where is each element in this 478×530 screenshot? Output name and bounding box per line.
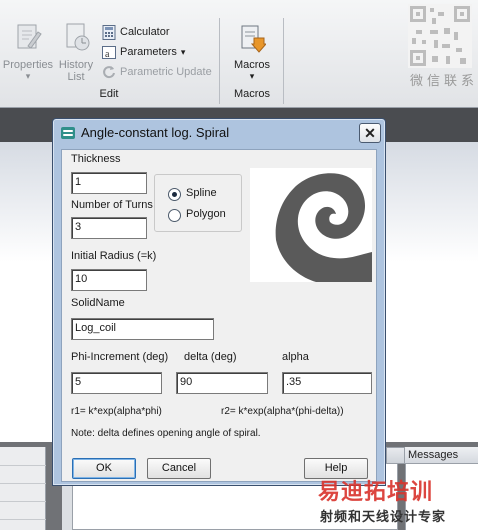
qr-code-image [408, 4, 472, 68]
calculator-icon [102, 24, 116, 40]
parametric-update-label: Parametric Update [120, 66, 212, 78]
history-list-button[interactable]: History List [56, 22, 96, 86]
macros-arrow: ▾ [249, 71, 255, 81]
parametric-update-button[interactable]: Parametric Update [102, 62, 218, 82]
navigation-tree-panel [0, 447, 46, 530]
history-icon [66, 23, 90, 51]
polygon-radio[interactable] [168, 209, 181, 222]
spline-label[interactable]: Spline [186, 187, 217, 199]
panel-tab[interactable] [386, 447, 405, 464]
properties-button[interactable]: Properties ▾ [2, 22, 54, 86]
phi-input[interactable]: 5 [71, 372, 162, 394]
delta-input[interactable]: 90 [176, 372, 268, 394]
dialog-title: Angle-constant log. Spiral [81, 125, 230, 140]
history-label-line2: List [67, 71, 85, 83]
thickness-input[interactable]: 1 [71, 172, 147, 194]
formula-r2: r2= k*exp(alpha*(phi-delta)) [221, 406, 344, 417]
refresh-icon [103, 66, 115, 79]
turns-input[interactable]: 3 [71, 217, 147, 239]
formula-r1: r1= k*exp(alpha*phi) [71, 406, 162, 417]
close-button[interactable]: ✕ [359, 123, 381, 143]
thickness-label: Thickness [71, 153, 121, 165]
parameters-arrow-icon: ▾ [180, 46, 186, 57]
macros-button[interactable]: Macros ▾ [226, 24, 278, 86]
ribbon-separator-2 [283, 18, 284, 104]
watermark-subtitle: 射频和天线设计专家 [320, 509, 447, 524]
parameters-icon: a [102, 45, 116, 60]
properties-arrow: ▾ [25, 71, 31, 81]
radius-label: Initial Radius (=k) [71, 250, 157, 262]
messages-panel-title: Messages [405, 447, 478, 464]
mode-radio-group: Spline Polygon [154, 174, 242, 232]
qr-caption: 微信联系 [410, 73, 478, 88]
radius-input[interactable]: 10 [71, 269, 147, 291]
ok-button[interactable]: OK [72, 458, 136, 479]
spiral-dialog: Angle-constant log. Spiral ✕ Thickness 1… [52, 118, 386, 486]
edit-small-commands: Calculator a Parameters ▾ Parametric Upd… [102, 22, 218, 82]
calculator-button[interactable]: Calculator [102, 22, 218, 42]
cancel-button[interactable]: Cancel [147, 458, 211, 479]
phi-label: Phi-Increment (deg) [71, 351, 169, 363]
parameters-button[interactable]: a Parameters ▾ [102, 42, 218, 62]
turns-label: Number of Turns [71, 199, 153, 211]
wave-icon [61, 127, 75, 139]
svg-text:a: a [105, 49, 110, 60]
ribbon: Properties ▾ History List Calculator a P… [0, 0, 478, 108]
properties-icon [17, 24, 42, 49]
note-text: Note: delta defines opening angle of spi… [71, 428, 261, 439]
solidname-input[interactable]: Log_coil [71, 318, 214, 340]
watermark-title: 易迪拓培训 [318, 479, 434, 504]
parameters-label: Parameters [120, 46, 177, 58]
delta-label: delta (deg) [184, 351, 237, 363]
history-label-line1: History [58, 59, 94, 71]
dialog-body: Thickness 1 Number of Turns 3 Spline Pol… [61, 149, 377, 482]
ribbon-separator [219, 18, 220, 104]
macros-label: Macros [233, 59, 271, 71]
macros-group-label: Macros [233, 88, 271, 100]
alpha-label: alpha [282, 351, 309, 363]
properties-label: Properties [2, 59, 54, 71]
edit-group-label: Edit [99, 88, 119, 100]
solidname-label: SolidName [71, 297, 125, 309]
spline-radio[interactable] [168, 188, 181, 201]
alpha-input[interactable]: .35 [282, 372, 372, 394]
dialog-title-bar[interactable]: Angle-constant log. Spiral ✕ [55, 121, 383, 146]
polygon-label[interactable]: Polygon [186, 208, 226, 220]
spiral-preview [250, 168, 372, 282]
calculator-label: Calculator [120, 26, 170, 38]
macros-icon [241, 25, 266, 53]
